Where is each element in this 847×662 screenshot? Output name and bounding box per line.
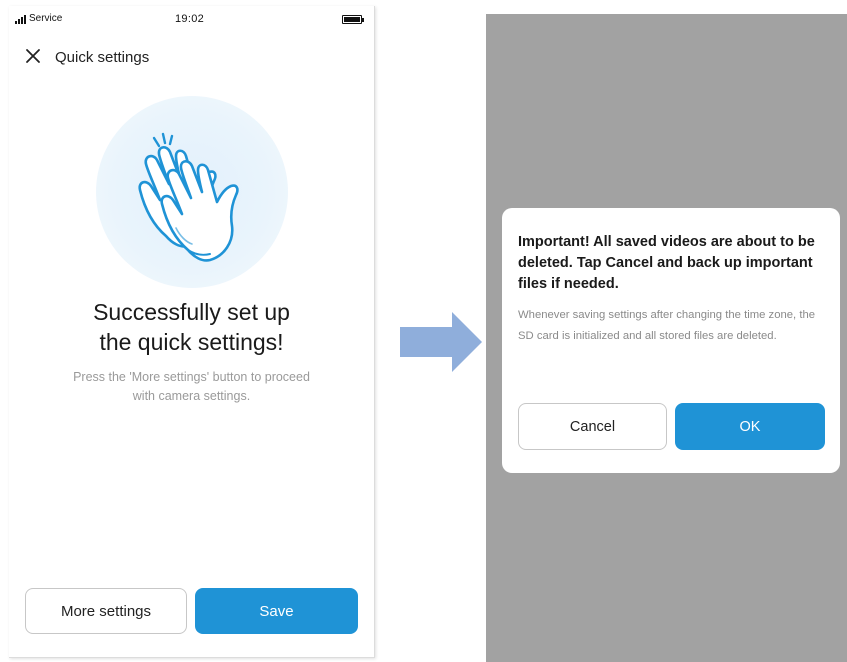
success-title-line-2: the quick settings! (99, 329, 284, 355)
close-icon[interactable] (23, 46, 43, 66)
dimmed-screen-overlay: Important! All saved videos are about to… (486, 14, 847, 662)
status-time: 19:02 (175, 13, 205, 25)
screen-header: Quick settings (9, 40, 374, 74)
dialog-title: Important! All saved videos are about to… (518, 234, 815, 292)
ok-button[interactable]: OK (675, 403, 825, 450)
success-description-line-1: Press the 'More settings' button to proc… (73, 370, 310, 384)
more-settings-button[interactable]: More settings (25, 588, 187, 634)
cancel-button[interactable]: Cancel (518, 403, 667, 450)
save-button[interactable]: Save (195, 588, 358, 634)
carrier-name: Service (29, 13, 63, 24)
right-arrow-icon (400, 312, 482, 372)
clapping-hands-icon (96, 96, 288, 288)
battery-icon (342, 15, 364, 24)
success-description-line-2: with camera settings. (132, 389, 251, 403)
success-title-line-1: Successfully set up (93, 299, 290, 325)
signal-icon (15, 15, 26, 24)
success-title: Successfully set up the quick settings! (9, 297, 374, 357)
status-bar: Service 19:02 (9, 6, 374, 30)
success-description: Press the 'More settings' button to proc… (9, 368, 374, 406)
quick-settings-screen: Service 19:02 Quick settings Successfull… (9, 6, 375, 658)
dialog-message: Whenever saving settings after changing … (518, 309, 816, 342)
page-title: Quick settings (55, 49, 150, 66)
warning-dialog: Important! All saved videos are about to… (502, 208, 840, 473)
